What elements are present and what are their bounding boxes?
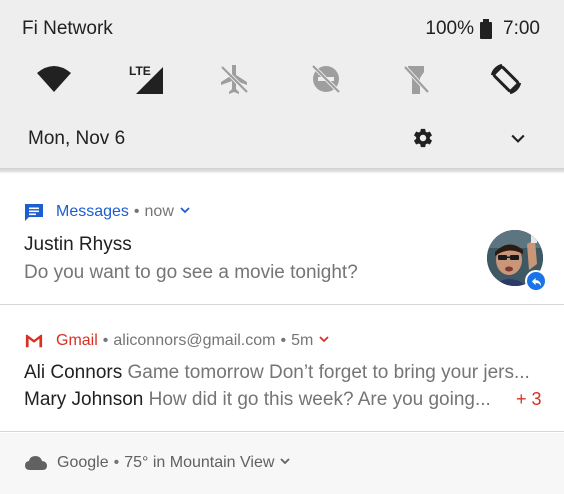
notification-time: now [144, 203, 174, 220]
lte-signal-icon: LTE [129, 64, 163, 94]
status-bar: Fi Network 100% 7:00 [0, 0, 564, 60]
clock: 7:00 [503, 18, 540, 39]
date-label: Mon, Nov 6 [28, 128, 126, 149]
do-not-disturb-icon [311, 64, 341, 94]
messages-notification[interactable]: Messages • now Justin Rhyss Do you want … [0, 174, 564, 305]
wifi-icon [37, 66, 71, 92]
notification-header[interactable]: Gmail • aliconnors@gmail.com • 5m [24, 331, 330, 351]
status-right-group: 100% 7:00 [425, 18, 540, 40]
reply-icon[interactable] [525, 270, 547, 292]
do-not-disturb-tile[interactable] [304, 57, 348, 101]
app-name: Gmail [56, 332, 98, 349]
email-snippet: Game tomorrow Don’t forget to bring your… [127, 362, 530, 383]
header-separator: • [280, 332, 287, 349]
more-count-badge: + 3 [516, 389, 542, 409]
app-name: Google [57, 454, 109, 471]
notification-header[interactable]: Messages • now [24, 202, 191, 222]
weather-notification[interactable]: Google • 75° in Mountain View [0, 433, 564, 494]
chevron-down-icon[interactable] [318, 332, 330, 350]
notification-title: Justin Rhyss [24, 234, 132, 255]
email-line: Ali Connors Game tomorrow Don’t forget t… [24, 362, 530, 384]
auto-rotate-icon [490, 63, 522, 95]
chevron-down-icon [511, 134, 525, 143]
mobile-data-tile[interactable]: LTE [124, 57, 168, 101]
weather-summary[interactable]: Google • 75° in Mountain View [24, 453, 291, 473]
header-separator: • [113, 454, 120, 471]
expand-button[interactable] [505, 124, 531, 152]
gear-icon [414, 128, 432, 148]
email-sender: Ali Connors [24, 362, 123, 383]
header-separator: • [133, 203, 140, 220]
chevron-down-icon[interactable] [179, 203, 191, 221]
email-sender: Mary Johnson [24, 389, 144, 410]
quick-settings-row: LTE [0, 57, 564, 101]
messages-app-icon [24, 202, 44, 222]
lte-label: LTE [129, 64, 151, 78]
airplane-mode-icon [220, 65, 249, 94]
chevron-down-icon[interactable] [279, 454, 291, 472]
battery-percent: 100% [425, 18, 475, 39]
weather-text: 75° in Mountain View [124, 454, 275, 471]
gmail-app-icon [24, 331, 44, 351]
cloud-icon [25, 456, 47, 470]
settings-button[interactable] [409, 124, 437, 152]
notification-time: 5m [291, 332, 314, 349]
flashlight-tile[interactable] [394, 57, 438, 101]
battery-full-icon [480, 19, 493, 39]
date-row: Mon, Nov 6 [0, 112, 564, 168]
email-line: Mary Johnson How did it go this week? Ar… [24, 389, 491, 411]
email-snippet: How did it go this week? Are you going..… [148, 389, 491, 410]
airplane-mode-tile[interactable] [212, 57, 256, 101]
notification-text: Do you want to go see a movie tonight? [24, 262, 358, 283]
header-separator: • [102, 332, 109, 349]
account-email: aliconnors@gmail.com [113, 332, 276, 349]
auto-rotate-tile[interactable] [484, 57, 528, 101]
app-name: Messages [56, 203, 129, 220]
flashlight-icon [403, 65, 430, 94]
wifi-tile[interactable] [32, 57, 76, 101]
carrier-name: Fi Network [22, 18, 113, 39]
gmail-notification[interactable]: Gmail • aliconnors@gmail.com • 5m Ali Co… [0, 306, 564, 432]
